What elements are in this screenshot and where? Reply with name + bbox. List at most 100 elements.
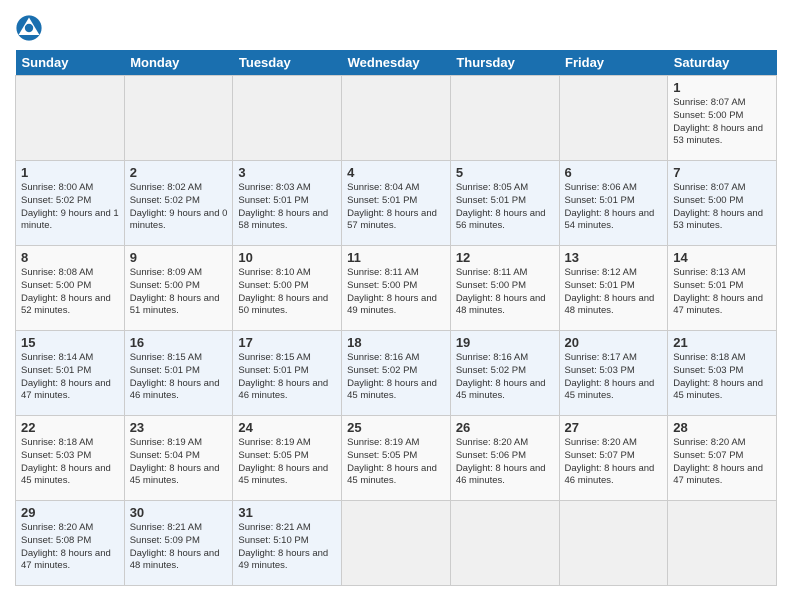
calendar-cell: 20 Sunrise: 8:17 AMSunset: 5:03 PMDaylig…: [559, 331, 668, 416]
day-number: 5: [456, 165, 554, 180]
calendar-cell: [342, 76, 451, 161]
calendar-cell: 7 Sunrise: 8:07 AMSunset: 5:00 PMDayligh…: [668, 161, 777, 246]
day-number: 13: [565, 250, 663, 265]
cell-info: Sunrise: 8:07 AMSunset: 5:00 PMDaylight:…: [673, 97, 763, 146]
calendar-cell: 19 Sunrise: 8:16 AMSunset: 5:02 PMDaylig…: [450, 331, 559, 416]
cell-info: Sunrise: 8:18 AMSunset: 5:03 PMDaylight:…: [673, 352, 763, 401]
day-header-thursday: Thursday: [450, 50, 559, 76]
day-number: 14: [673, 250, 771, 265]
day-header-sunday: Sunday: [16, 50, 125, 76]
calendar-cell: 4 Sunrise: 8:04 AMSunset: 5:01 PMDayligh…: [342, 161, 451, 246]
day-number: 1: [673, 80, 771, 95]
week-row: 1 Sunrise: 8:00 AMSunset: 5:02 PMDayligh…: [16, 161, 777, 246]
day-number: 1: [21, 165, 119, 180]
calendar-cell: 17 Sunrise: 8:15 AMSunset: 5:01 PMDaylig…: [233, 331, 342, 416]
calendar-cell: 2 Sunrise: 8:02 AMSunset: 5:02 PMDayligh…: [124, 161, 233, 246]
cell-info: Sunrise: 8:21 AMSunset: 5:10 PMDaylight:…: [238, 522, 328, 571]
cell-info: Sunrise: 8:20 AMSunset: 5:06 PMDaylight:…: [456, 437, 546, 486]
cell-info: Sunrise: 8:11 AMSunset: 5:00 PMDaylight:…: [456, 267, 546, 316]
calendar-cell: 27 Sunrise: 8:20 AMSunset: 5:07 PMDaylig…: [559, 416, 668, 501]
cell-info: Sunrise: 8:03 AMSunset: 5:01 PMDaylight:…: [238, 182, 328, 231]
cell-info: Sunrise: 8:19 AMSunset: 5:05 PMDaylight:…: [238, 437, 328, 486]
calendar-cell: 28 Sunrise: 8:20 AMSunset: 5:07 PMDaylig…: [668, 416, 777, 501]
week-row: 22 Sunrise: 8:18 AMSunset: 5:03 PMDaylig…: [16, 416, 777, 501]
header-row: SundayMondayTuesdayWednesdayThursdayFrid…: [16, 50, 777, 76]
cell-info: Sunrise: 8:20 AMSunset: 5:07 PMDaylight:…: [673, 437, 763, 486]
calendar-cell: 5 Sunrise: 8:05 AMSunset: 5:01 PMDayligh…: [450, 161, 559, 246]
cell-info: Sunrise: 8:05 AMSunset: 5:01 PMDaylight:…: [456, 182, 546, 231]
cell-info: Sunrise: 8:10 AMSunset: 5:00 PMDaylight:…: [238, 267, 328, 316]
cell-info: Sunrise: 8:15 AMSunset: 5:01 PMDaylight:…: [130, 352, 220, 401]
day-number: 18: [347, 335, 445, 350]
logo: [15, 14, 47, 42]
calendar-cell: [559, 76, 668, 161]
calendar-cell: [233, 76, 342, 161]
day-number: 22: [21, 420, 119, 435]
calendar-cell: 30 Sunrise: 8:21 AMSunset: 5:09 PMDaylig…: [124, 501, 233, 586]
day-number: 23: [130, 420, 228, 435]
calendar-cell: 18 Sunrise: 8:16 AMSunset: 5:02 PMDaylig…: [342, 331, 451, 416]
day-number: 16: [130, 335, 228, 350]
calendar-cell: 8 Sunrise: 8:08 AMSunset: 5:00 PMDayligh…: [16, 246, 125, 331]
day-number: 25: [347, 420, 445, 435]
week-row: 15 Sunrise: 8:14 AMSunset: 5:01 PMDaylig…: [16, 331, 777, 416]
calendar-cell: [16, 76, 125, 161]
calendar-cell: 29 Sunrise: 8:20 AMSunset: 5:08 PMDaylig…: [16, 501, 125, 586]
cell-info: Sunrise: 8:18 AMSunset: 5:03 PMDaylight:…: [21, 437, 111, 486]
cell-info: Sunrise: 8:16 AMSunset: 5:02 PMDaylight:…: [456, 352, 546, 401]
day-number: 24: [238, 420, 336, 435]
day-number: 27: [565, 420, 663, 435]
cell-info: Sunrise: 8:13 AMSunset: 5:01 PMDaylight:…: [673, 267, 763, 316]
cell-info: Sunrise: 8:19 AMSunset: 5:04 PMDaylight:…: [130, 437, 220, 486]
day-header-wednesday: Wednesday: [342, 50, 451, 76]
cell-info: Sunrise: 8:16 AMSunset: 5:02 PMDaylight:…: [347, 352, 437, 401]
day-number: 28: [673, 420, 771, 435]
day-number: 21: [673, 335, 771, 350]
header: [15, 10, 777, 42]
calendar-cell: 1 Sunrise: 8:07 AMSunset: 5:00 PMDayligh…: [668, 76, 777, 161]
calendar-cell: 16 Sunrise: 8:15 AMSunset: 5:01 PMDaylig…: [124, 331, 233, 416]
cell-info: Sunrise: 8:12 AMSunset: 5:01 PMDaylight:…: [565, 267, 655, 316]
calendar-cell: 1 Sunrise: 8:00 AMSunset: 5:02 PMDayligh…: [16, 161, 125, 246]
calendar-cell: 21 Sunrise: 8:18 AMSunset: 5:03 PMDaylig…: [668, 331, 777, 416]
calendar-cell: 12 Sunrise: 8:11 AMSunset: 5:00 PMDaylig…: [450, 246, 559, 331]
cell-info: Sunrise: 8:02 AMSunset: 5:02 PMDaylight:…: [130, 182, 228, 231]
day-number: 30: [130, 505, 228, 520]
calendar-cell: 10 Sunrise: 8:10 AMSunset: 5:00 PMDaylig…: [233, 246, 342, 331]
calendar-cell: 23 Sunrise: 8:19 AMSunset: 5:04 PMDaylig…: [124, 416, 233, 501]
day-number: 15: [21, 335, 119, 350]
calendar-container: SundayMondayTuesdayWednesdayThursdayFrid…: [0, 0, 792, 596]
calendar-cell: 11 Sunrise: 8:11 AMSunset: 5:00 PMDaylig…: [342, 246, 451, 331]
day-header-monday: Monday: [124, 50, 233, 76]
day-header-friday: Friday: [559, 50, 668, 76]
week-row: 8 Sunrise: 8:08 AMSunset: 5:00 PMDayligh…: [16, 246, 777, 331]
day-number: 10: [238, 250, 336, 265]
day-number: 12: [456, 250, 554, 265]
day-number: 2: [130, 165, 228, 180]
day-number: 8: [21, 250, 119, 265]
cell-info: Sunrise: 8:08 AMSunset: 5:00 PMDaylight:…: [21, 267, 111, 316]
calendar-cell: [668, 501, 777, 586]
cell-info: Sunrise: 8:04 AMSunset: 5:01 PMDaylight:…: [347, 182, 437, 231]
cell-info: Sunrise: 8:06 AMSunset: 5:01 PMDaylight:…: [565, 182, 655, 231]
calendar-cell: 6 Sunrise: 8:06 AMSunset: 5:01 PMDayligh…: [559, 161, 668, 246]
day-number: 26: [456, 420, 554, 435]
calendar-table: SundayMondayTuesdayWednesdayThursdayFrid…: [15, 50, 777, 586]
calendar-cell: [559, 501, 668, 586]
calendar-cell: [342, 501, 451, 586]
calendar-cell: 26 Sunrise: 8:20 AMSunset: 5:06 PMDaylig…: [450, 416, 559, 501]
day-header-saturday: Saturday: [668, 50, 777, 76]
day-header-tuesday: Tuesday: [233, 50, 342, 76]
day-number: 11: [347, 250, 445, 265]
logo-icon: [15, 14, 43, 42]
day-number: 17: [238, 335, 336, 350]
week-row: 1 Sunrise: 8:07 AMSunset: 5:00 PMDayligh…: [16, 76, 777, 161]
calendar-cell: 31 Sunrise: 8:21 AMSunset: 5:10 PMDaylig…: [233, 501, 342, 586]
cell-info: Sunrise: 8:14 AMSunset: 5:01 PMDaylight:…: [21, 352, 111, 401]
calendar-cell: 14 Sunrise: 8:13 AMSunset: 5:01 PMDaylig…: [668, 246, 777, 331]
day-number: 19: [456, 335, 554, 350]
week-row: 29 Sunrise: 8:20 AMSunset: 5:08 PMDaylig…: [16, 501, 777, 586]
calendar-cell: 13 Sunrise: 8:12 AMSunset: 5:01 PMDaylig…: [559, 246, 668, 331]
calendar-cell: 15 Sunrise: 8:14 AMSunset: 5:01 PMDaylig…: [16, 331, 125, 416]
calendar-cell: 9 Sunrise: 8:09 AMSunset: 5:00 PMDayligh…: [124, 246, 233, 331]
